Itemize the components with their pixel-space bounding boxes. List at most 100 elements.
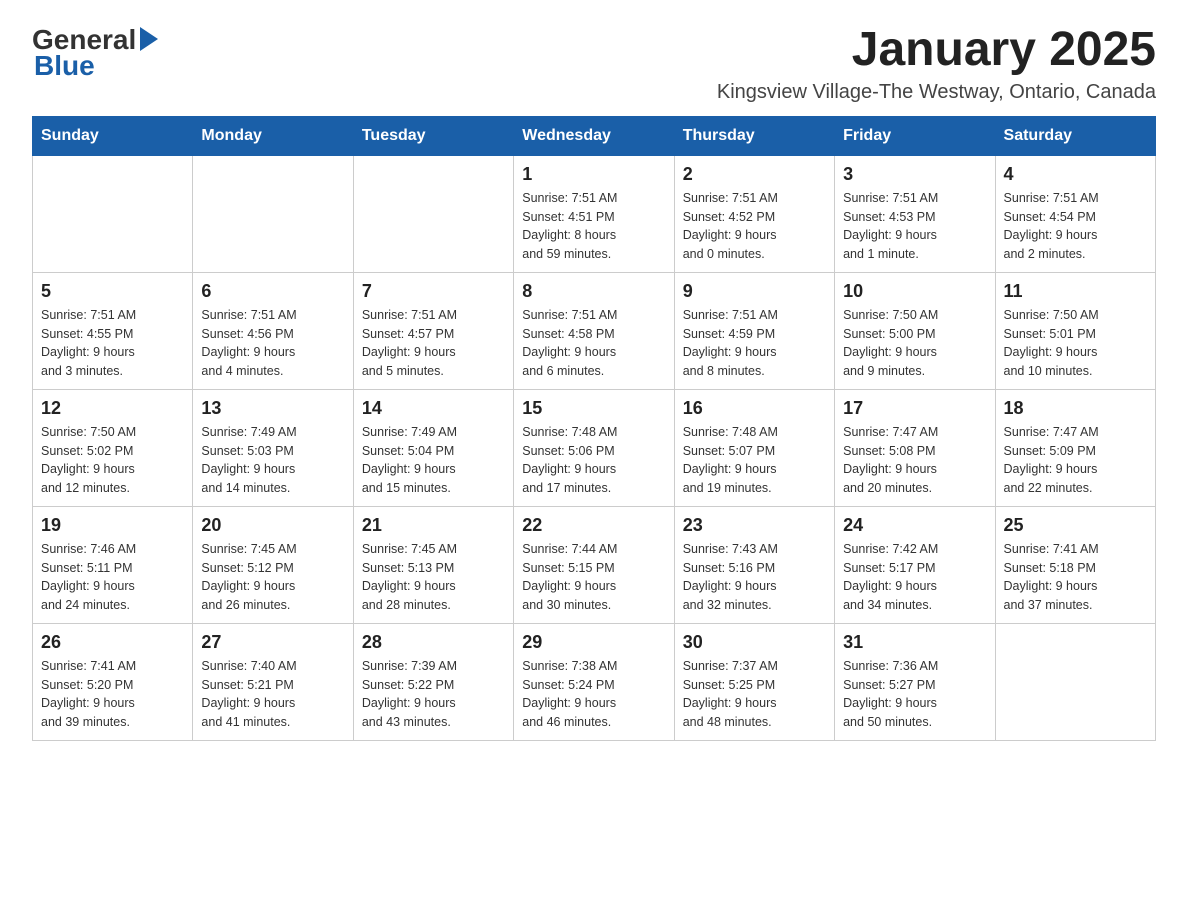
calendar-cell: 2 Sunrise: 7:51 AM Sunset: 4:52 PM Daylig… bbox=[674, 155, 834, 272]
calendar-header-row: SundayMondayTuesdayWednesdayThursdayFrid… bbox=[33, 116, 1156, 155]
day-info: Sunrise: 7:45 AM Sunset: 5:12 PM Dayligh… bbox=[201, 540, 344, 615]
day-info: Sunrise: 7:51 AM Sunset: 4:58 PM Dayligh… bbox=[522, 306, 665, 381]
calendar-cell: 9 Sunrise: 7:51 AM Sunset: 4:59 PM Daylig… bbox=[674, 272, 834, 389]
calendar-cell bbox=[995, 623, 1155, 740]
day-number: 10 bbox=[843, 281, 986, 302]
calendar-cell: 23 Sunrise: 7:43 AM Sunset: 5:16 PM Dayli… bbox=[674, 506, 834, 623]
calendar-cell: 17Sunrise: 7:47 AM Sunset: 5:08 PM Dayli… bbox=[835, 389, 995, 506]
day-number: 3 bbox=[843, 164, 986, 185]
calendar-cell: 22 Sunrise: 7:44 AM Sunset: 5:15 PM Dayli… bbox=[514, 506, 674, 623]
day-number: 8 bbox=[522, 281, 665, 302]
day-number: 27 bbox=[201, 632, 344, 653]
day-number: 22 bbox=[522, 515, 665, 536]
calendar-cell: 30 Sunrise: 7:37 AM Sunset: 5:25 PM Dayli… bbox=[674, 623, 834, 740]
calendar-cell: 25 Sunrise: 7:41 AM Sunset: 5:18 PM Dayli… bbox=[995, 506, 1155, 623]
logo-arrow-icon bbox=[140, 27, 158, 51]
calendar-cell: 29 Sunrise: 7:38 AM Sunset: 5:24 PM Dayli… bbox=[514, 623, 674, 740]
calendar-cell: 27Sunrise: 7:40 AM Sunset: 5:21 PM Dayli… bbox=[193, 623, 353, 740]
day-info: Sunrise: 7:37 AM Sunset: 5:25 PM Dayligh… bbox=[683, 657, 826, 732]
day-info: Sunrise: 7:49 AM Sunset: 5:04 PM Dayligh… bbox=[362, 423, 505, 498]
calendar-cell: 6 Sunrise: 7:51 AM Sunset: 4:56 PM Daylig… bbox=[193, 272, 353, 389]
day-info: Sunrise: 7:51 AM Sunset: 4:52 PM Dayligh… bbox=[683, 189, 826, 264]
header: General Blue January 2025 Kingsview Vill… bbox=[32, 24, 1156, 104]
weekday-header-sunday: Sunday bbox=[33, 116, 193, 155]
day-number: 13 bbox=[201, 398, 344, 419]
day-info: Sunrise: 7:38 AM Sunset: 5:24 PM Dayligh… bbox=[522, 657, 665, 732]
calendar-cell: 7 Sunrise: 7:51 AM Sunset: 4:57 PM Daylig… bbox=[353, 272, 513, 389]
day-number: 1 bbox=[522, 164, 665, 185]
calendar-cell: 5Sunrise: 7:51 AM Sunset: 4:55 PM Daylig… bbox=[33, 272, 193, 389]
day-info: Sunrise: 7:51 AM Sunset: 4:59 PM Dayligh… bbox=[683, 306, 826, 381]
day-number: 6 bbox=[201, 281, 344, 302]
day-number: 4 bbox=[1004, 164, 1147, 185]
day-info: Sunrise: 7:45 AM Sunset: 5:13 PM Dayligh… bbox=[362, 540, 505, 615]
calendar-cell: 20 Sunrise: 7:45 AM Sunset: 5:12 PM Dayli… bbox=[193, 506, 353, 623]
day-info: Sunrise: 7:51 AM Sunset: 4:57 PM Dayligh… bbox=[362, 306, 505, 381]
day-number: 9 bbox=[683, 281, 826, 302]
weekday-header-tuesday: Tuesday bbox=[353, 116, 513, 155]
weekday-header-wednesday: Wednesday bbox=[514, 116, 674, 155]
day-number: 25 bbox=[1004, 515, 1147, 536]
day-info: Sunrise: 7:47 AM Sunset: 5:08 PM Dayligh… bbox=[843, 423, 986, 498]
day-info: Sunrise: 7:41 AM Sunset: 5:18 PM Dayligh… bbox=[1004, 540, 1147, 615]
calendar-cell: 21 Sunrise: 7:45 AM Sunset: 5:13 PM Dayli… bbox=[353, 506, 513, 623]
day-number: 15 bbox=[522, 398, 665, 419]
day-info: Sunrise: 7:51 AM Sunset: 4:56 PM Dayligh… bbox=[201, 306, 344, 381]
day-number: 5 bbox=[41, 281, 184, 302]
day-info: Sunrise: 7:50 AM Sunset: 5:01 PM Dayligh… bbox=[1004, 306, 1147, 381]
day-info: Sunrise: 7:43 AM Sunset: 5:16 PM Dayligh… bbox=[683, 540, 826, 615]
day-number: 2 bbox=[683, 164, 826, 185]
calendar-table: SundayMondayTuesdayWednesdayThursdayFrid… bbox=[32, 116, 1156, 741]
day-info: Sunrise: 7:44 AM Sunset: 5:15 PM Dayligh… bbox=[522, 540, 665, 615]
day-number: 24 bbox=[843, 515, 986, 536]
day-info: Sunrise: 7:51 AM Sunset: 4:54 PM Dayligh… bbox=[1004, 189, 1147, 264]
calendar-cell: 3 Sunrise: 7:51 AM Sunset: 4:53 PM Daylig… bbox=[835, 155, 995, 272]
day-number: 30 bbox=[683, 632, 826, 653]
calendar-cell: 12Sunrise: 7:50 AM Sunset: 5:02 PM Dayli… bbox=[33, 389, 193, 506]
calendar-cell: 24 Sunrise: 7:42 AM Sunset: 5:17 PM Dayli… bbox=[835, 506, 995, 623]
calendar-week-row: 12Sunrise: 7:50 AM Sunset: 5:02 PM Dayli… bbox=[33, 389, 1156, 506]
calendar-cell: 18 Sunrise: 7:47 AM Sunset: 5:09 PM Dayli… bbox=[995, 389, 1155, 506]
day-info: Sunrise: 7:36 AM Sunset: 5:27 PM Dayligh… bbox=[843, 657, 986, 732]
weekday-header-thursday: Thursday bbox=[674, 116, 834, 155]
title-section: January 2025 Kingsview Village-The Westw… bbox=[717, 24, 1156, 104]
day-info: Sunrise: 7:42 AM Sunset: 5:17 PM Dayligh… bbox=[843, 540, 986, 615]
calendar-cell: 1 Sunrise: 7:51 AM Sunset: 4:51 PM Daylig… bbox=[514, 155, 674, 272]
day-number: 7 bbox=[362, 281, 505, 302]
calendar-cell: 11Sunrise: 7:50 AM Sunset: 5:01 PM Dayli… bbox=[995, 272, 1155, 389]
day-info: Sunrise: 7:48 AM Sunset: 5:07 PM Dayligh… bbox=[683, 423, 826, 498]
calendar-week-row: 26Sunrise: 7:41 AM Sunset: 5:20 PM Dayli… bbox=[33, 623, 1156, 740]
logo: General Blue bbox=[32, 24, 158, 82]
calendar-cell: 15 Sunrise: 7:48 AM Sunset: 5:06 PM Dayli… bbox=[514, 389, 674, 506]
day-info: Sunrise: 7:50 AM Sunset: 5:02 PM Dayligh… bbox=[41, 423, 184, 498]
calendar-cell: 16 Sunrise: 7:48 AM Sunset: 5:07 PM Dayli… bbox=[674, 389, 834, 506]
day-number: 19 bbox=[41, 515, 184, 536]
day-number: 16 bbox=[683, 398, 826, 419]
calendar-cell: 26Sunrise: 7:41 AM Sunset: 5:20 PM Dayli… bbox=[33, 623, 193, 740]
day-number: 21 bbox=[362, 515, 505, 536]
calendar-cell bbox=[33, 155, 193, 272]
weekday-header-friday: Friday bbox=[835, 116, 995, 155]
calendar-cell: 13Sunrise: 7:49 AM Sunset: 5:03 PM Dayli… bbox=[193, 389, 353, 506]
day-number: 23 bbox=[683, 515, 826, 536]
day-info: Sunrise: 7:51 AM Sunset: 4:51 PM Dayligh… bbox=[522, 189, 665, 264]
day-number: 18 bbox=[1004, 398, 1147, 419]
day-info: Sunrise: 7:47 AM Sunset: 5:09 PM Dayligh… bbox=[1004, 423, 1147, 498]
calendar-cell: 4 Sunrise: 7:51 AM Sunset: 4:54 PM Daylig… bbox=[995, 155, 1155, 272]
day-info: Sunrise: 7:50 AM Sunset: 5:00 PM Dayligh… bbox=[843, 306, 986, 381]
logo-blue-text: Blue bbox=[32, 50, 95, 82]
calendar-cell: 8 Sunrise: 7:51 AM Sunset: 4:58 PM Daylig… bbox=[514, 272, 674, 389]
calendar-cell: 10 Sunrise: 7:50 AM Sunset: 5:00 PM Dayli… bbox=[835, 272, 995, 389]
calendar-cell: 14Sunrise: 7:49 AM Sunset: 5:04 PM Dayli… bbox=[353, 389, 513, 506]
calendar-cell bbox=[193, 155, 353, 272]
weekday-header-monday: Monday bbox=[193, 116, 353, 155]
day-number: 20 bbox=[201, 515, 344, 536]
day-number: 28 bbox=[362, 632, 505, 653]
day-number: 29 bbox=[522, 632, 665, 653]
day-info: Sunrise: 7:48 AM Sunset: 5:06 PM Dayligh… bbox=[522, 423, 665, 498]
calendar-cell: 19Sunrise: 7:46 AM Sunset: 5:11 PM Dayli… bbox=[33, 506, 193, 623]
calendar-cell: 31Sunrise: 7:36 AM Sunset: 5:27 PM Dayli… bbox=[835, 623, 995, 740]
calendar-week-row: 19Sunrise: 7:46 AM Sunset: 5:11 PM Dayli… bbox=[33, 506, 1156, 623]
day-info: Sunrise: 7:51 AM Sunset: 4:53 PM Dayligh… bbox=[843, 189, 986, 264]
day-number: 26 bbox=[41, 632, 184, 653]
